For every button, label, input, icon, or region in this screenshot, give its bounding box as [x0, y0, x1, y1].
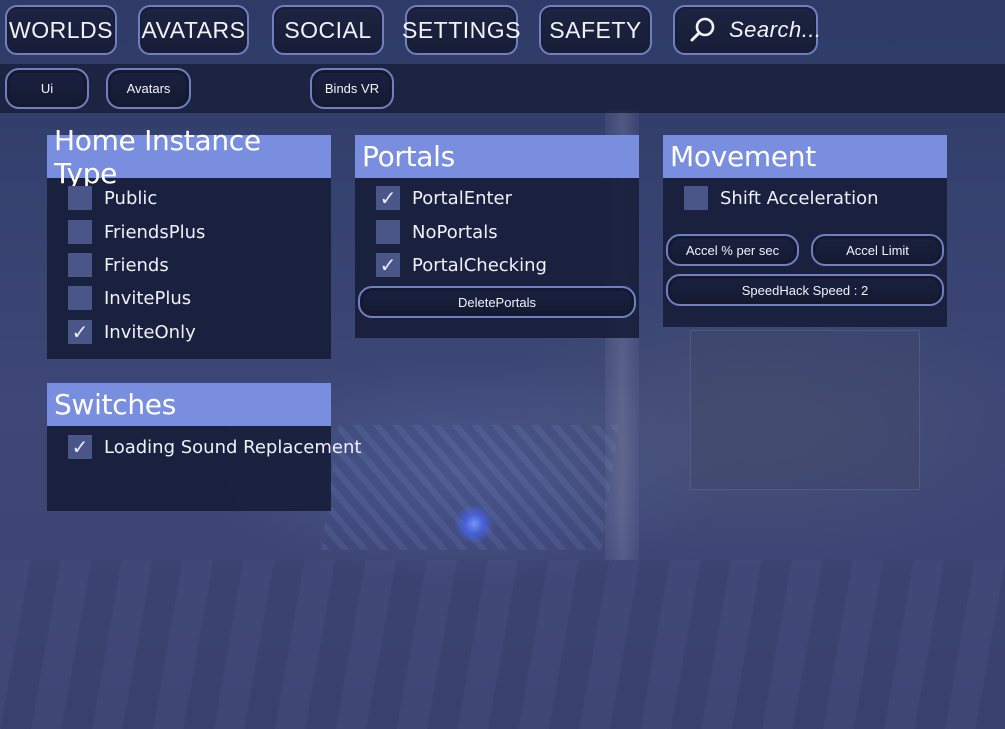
option-portalenter[interactable]: ✓ PortalEnter [376, 184, 512, 212]
option-friendsplus[interactable]: FriendsPlus [68, 218, 205, 246]
portals-title: Portals [355, 135, 639, 178]
switches-panel: Switches ✓ Loading Sound Replacement [47, 383, 361, 511]
home-instance-panel: Home Instance Type Public FriendsPlus Fr… [47, 124, 331, 359]
checkbox[interactable] [376, 220, 400, 244]
accel-per-sec-label: Accel % per sec [685, 242, 780, 258]
option-label: Loading Sound Replacement [104, 436, 362, 458]
option-shift-acceleration[interactable]: Shift Acceleration [684, 184, 878, 212]
option-label: NoPortals [412, 221, 498, 243]
social-tab-label: SOCIAL [284, 16, 372, 43]
check-icon: ✓ [379, 253, 397, 277]
movement-title: Movement [663, 135, 947, 178]
option-label: Shift Acceleration [720, 187, 879, 209]
accel-limit-label: Accel Limit [846, 242, 909, 258]
speedhack-speed-label: SpeedHack Speed : 2 [741, 282, 869, 298]
search-icon [689, 16, 717, 44]
option-label: InviteOnly [104, 321, 196, 343]
portals-panel: Portals ✓ PortalEnter NoPortals ✓ Portal… [355, 135, 639, 338]
delete-portals-label: DeletePortals [457, 294, 537, 310]
scene-orb [455, 505, 493, 543]
option-portalchecking[interactable]: ✓ PortalChecking [376, 251, 547, 279]
worlds-tab[interactable]: WORLDS [5, 5, 117, 55]
checkbox[interactable] [684, 186, 708, 210]
option-label: InvitePlus [104, 287, 192, 309]
social-tab[interactable]: SOCIAL [272, 5, 384, 55]
worlds-tab-label: WORLDS [9, 16, 113, 43]
delete-portals-button[interactable]: DeletePortals [358, 286, 636, 318]
subtab-binds-vr-label: Binds VR [324, 81, 380, 96]
checkbox[interactable] [68, 286, 92, 310]
search-button[interactable]: Search... [673, 5, 821, 55]
avatars-tab-label: AVATARS [141, 16, 246, 43]
option-noportals[interactable]: NoPortals [376, 218, 498, 246]
subtab-avatars-label: Avatars [126, 81, 171, 96]
checkbox[interactable]: ✓ [376, 253, 400, 277]
settings-tab-label: SETTINGS [402, 16, 522, 43]
subtab-avatars[interactable]: Avatars [106, 68, 191, 109]
option-loading-sound-replacement[interactable]: ✓ Loading Sound Replacement [68, 433, 361, 461]
option-label: PortalEnter [412, 187, 513, 209]
search-label: Search... [729, 17, 822, 42]
option-public[interactable]: Public [68, 184, 157, 212]
option-inviteonly[interactable]: ✓ InviteOnly [68, 318, 196, 346]
scene-floor [0, 560, 1005, 729]
subtab-binds-vr[interactable]: Binds VR [310, 68, 394, 109]
option-label: Public [104, 187, 158, 209]
option-label: Friends [104, 254, 169, 276]
option-friends[interactable]: Friends [68, 251, 169, 279]
sub-navigation: Ui Avatars Binds VR [0, 64, 1005, 113]
movement-panel: Movement Shift Acceleration Accel % per … [663, 135, 947, 327]
scene-monitor [690, 330, 920, 490]
safety-tab-label: SAFETY [549, 16, 642, 43]
safety-tab[interactable]: SAFETY [539, 5, 652, 55]
checkbox[interactable] [68, 220, 92, 244]
accel-limit-button[interactable]: Accel Limit [811, 234, 944, 266]
option-label: FriendsPlus [104, 221, 206, 243]
switches-title: Switches [47, 383, 331, 426]
check-icon: ✓ [71, 435, 89, 459]
subtab-ui-label: Ui [40, 81, 54, 96]
avatars-tab[interactable]: AVATARS [138, 5, 249, 55]
subtab-ui[interactable]: Ui [5, 68, 89, 109]
checkbox[interactable] [68, 186, 92, 210]
option-label: PortalChecking [412, 254, 547, 276]
accel-per-sec-button[interactable]: Accel % per sec [666, 234, 799, 266]
check-icon: ✓ [379, 186, 397, 210]
checkbox[interactable]: ✓ [68, 320, 92, 344]
option-inviteplus[interactable]: InvitePlus [68, 284, 191, 312]
top-navigation: WORLDS AVATARS SOCIAL SETTINGS SAFETY Se… [0, 0, 1005, 62]
checkbox[interactable]: ✓ [376, 186, 400, 210]
checkbox[interactable]: ✓ [68, 435, 92, 459]
home-instance-title: Home Instance Type [47, 124, 331, 190]
check-icon: ✓ [71, 320, 89, 344]
speedhack-speed-button[interactable]: SpeedHack Speed : 2 [666, 274, 944, 306]
settings-tab[interactable]: SETTINGS [402, 5, 522, 55]
checkbox[interactable] [68, 253, 92, 277]
